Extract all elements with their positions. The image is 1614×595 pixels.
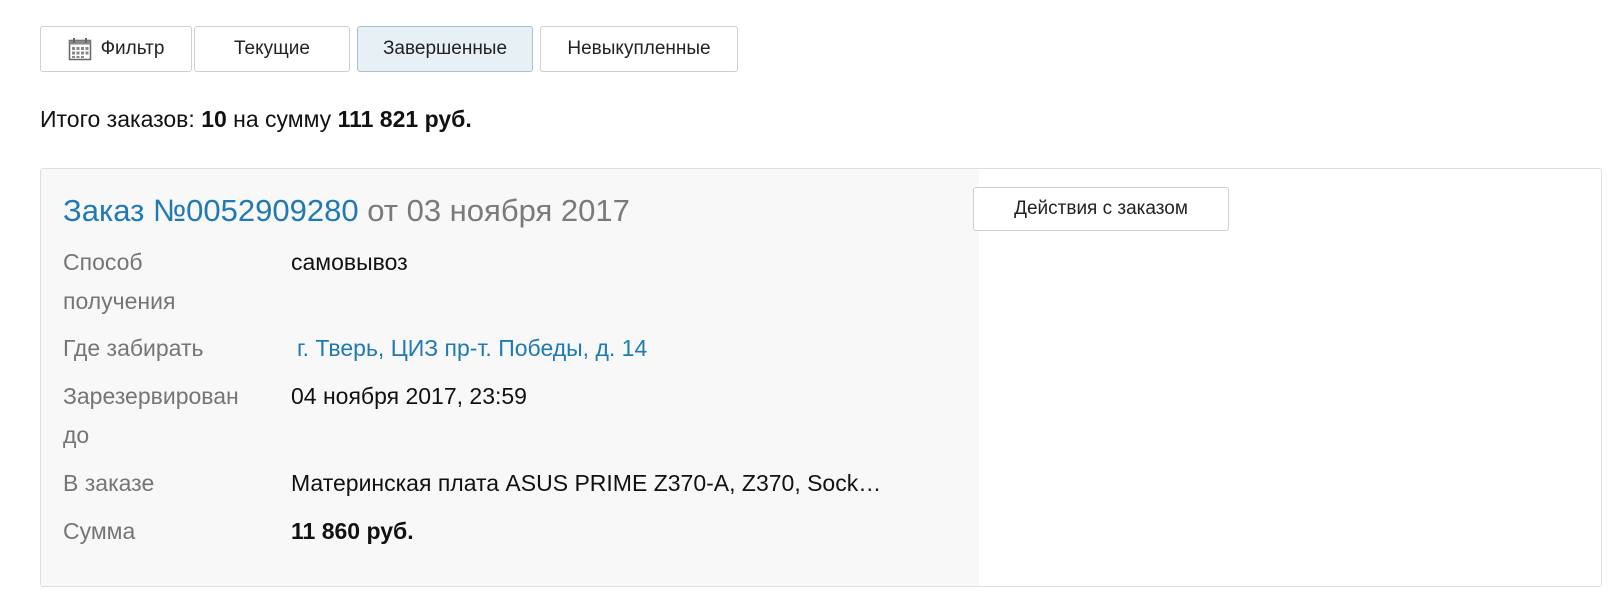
order-actions-button[interactable]: Действия с заказом bbox=[973, 187, 1229, 231]
order-tabs: Фильтр Текущие Завершенные Невыкупленные bbox=[40, 26, 738, 72]
tab-current[interactable]: Текущие bbox=[194, 26, 350, 72]
pickup-address-link[interactable]: г. Тверь, ЦИЗ пр-т. Победы, д. 14 bbox=[297, 329, 647, 368]
sum-row: Сумма 11 860 руб. bbox=[63, 512, 963, 551]
reserved-label-line1: Зарезервирован bbox=[63, 383, 239, 409]
filter-label: Фильтр bbox=[100, 38, 165, 59]
summary-middle: на сумму bbox=[233, 106, 332, 132]
order-details: Заказ №0052909280 от 03 ноября 2017 Спос… bbox=[41, 169, 979, 586]
order-card: Заказ №0052909280 от 03 ноября 2017 Спос… bbox=[40, 168, 1602, 587]
reserved-value: 04 ноября 2017, 23:59 bbox=[291, 383, 527, 409]
sum-label: Сумма bbox=[63, 518, 136, 544]
sum-value: 11 860 руб. bbox=[291, 518, 414, 544]
delivery-method-value: самовывоз bbox=[291, 249, 408, 275]
reserved-label: Зарезервирован до bbox=[63, 377, 263, 455]
items-row: В заказе Материнская плата ASUS PRIME Z3… bbox=[63, 464, 963, 503]
items-value: Материнская плата ASUS PRIME Z370-A, Z37… bbox=[291, 470, 882, 496]
filter-button[interactable]: Фильтр bbox=[40, 26, 192, 72]
delivery-method-label-line2: получения bbox=[63, 288, 176, 314]
tab-unbought[interactable]: Невыкупленные bbox=[540, 26, 738, 72]
items-label: В заказе bbox=[63, 470, 155, 496]
orders-summary: Итого заказов: 10 на сумму 111 821 руб. bbox=[40, 106, 472, 133]
pickup-label: Где забирать bbox=[63, 335, 204, 361]
reserved-label-line2: до bbox=[63, 422, 90, 448]
summary-count: 10 bbox=[201, 106, 227, 132]
summary-prefix: Итого заказов: bbox=[40, 106, 195, 132]
delivery-method-label: Способ получения bbox=[63, 243, 263, 321]
order-number-link[interactable]: Заказ №0052909280 bbox=[63, 193, 359, 228]
delivery-method-label-line1: Способ bbox=[63, 249, 143, 275]
summary-total: 111 821 руб. bbox=[337, 106, 472, 132]
tab-completed[interactable]: Завершенные bbox=[357, 26, 533, 72]
pickup-row: Где забирать г. Тверь, ЦИЗ пр-т. Победы,… bbox=[63, 329, 963, 368]
order-title: Заказ №0052909280 от 03 ноября 2017 bbox=[63, 193, 630, 229]
delivery-method-row: Способ получения самовывоз bbox=[63, 243, 963, 321]
order-date: от 03 ноября 2017 bbox=[367, 193, 630, 228]
reserved-row: Зарезервирован до 04 ноября 2017, 23:59 bbox=[63, 377, 963, 455]
sum-value-wrap: 11 860 руб. bbox=[291, 512, 414, 551]
calendar-icon bbox=[68, 37, 92, 61]
